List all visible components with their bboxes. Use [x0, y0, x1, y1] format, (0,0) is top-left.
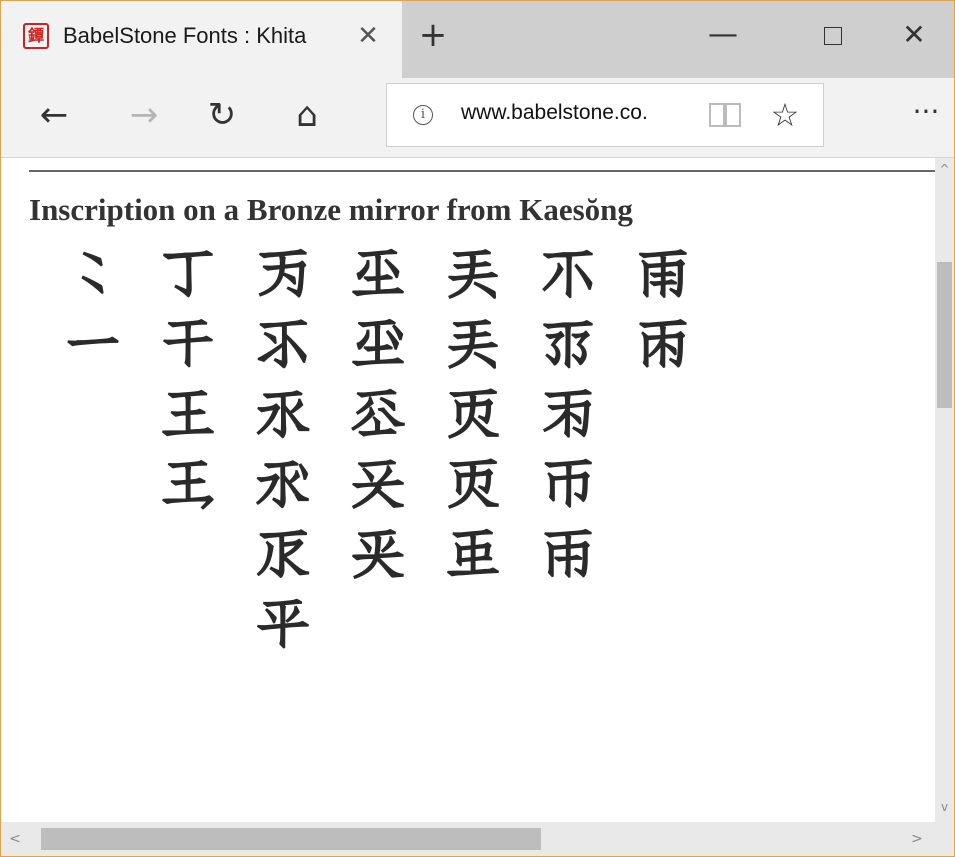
scroll-left-icon[interactable]: <: [5, 828, 25, 850]
khitan-glyph: 𘬔: [514, 239, 622, 302]
khitan-glyph: 𘬃: [134, 309, 242, 372]
khitan-glyph: 𘬑: [419, 239, 527, 302]
tab-title: BabelStone Fonts : Khita: [63, 23, 307, 48]
minimize-button[interactable]: —: [703, 17, 743, 53]
maximize-icon: [824, 27, 842, 45]
khitan-glyph: 𘬊: [229, 519, 337, 582]
khitan-glyph: 𘬗: [514, 449, 622, 512]
inscription-column: 𘬀 𘬁: [39, 239, 147, 382]
khitan-glyph: 𘬍: [324, 309, 432, 372]
inscription-column: 𘬌 𘬍 𘬎 𘬏 𘬐: [324, 239, 432, 592]
vertical-scroll-thumb[interactable]: [937, 262, 952, 408]
khitan-glyph: 𘬕: [514, 309, 622, 372]
tab-close-icon[interactable]: ✕: [353, 21, 383, 51]
maximize-button[interactable]: [813, 17, 853, 53]
khitan-glyph: 𘬚: [609, 309, 717, 372]
scroll-down-icon[interactable]: v: [935, 798, 954, 816]
inscription-column: 𘬆 𘬇 𘬈 𘬉 𘬊 𘬋: [229, 239, 337, 662]
browser-window: 鐔 BabelStone Fonts : Khita ✕ + — ✕ ← → ↻…: [0, 0, 955, 857]
khitan-glyph: 𘬇: [229, 309, 337, 372]
khitan-glyph: 𘬒: [419, 449, 527, 512]
address-bar[interactable]: i www.babelstone.co. ☆: [386, 83, 824, 147]
inscription-column: 𘬑 𘬑 𘬒 𘬒 𘬓: [419, 239, 527, 592]
khitan-glyph: 𘬅: [134, 449, 242, 512]
favorite-star-icon[interactable]: ☆: [765, 95, 805, 135]
khitan-glyph: 𘬏: [324, 449, 432, 512]
khitan-glyph: 𘬈: [229, 379, 337, 442]
khitan-glyph: 𘬖: [514, 379, 622, 442]
inscription-column: 𘬙 𘬚: [609, 239, 717, 382]
khitan-glyph: 𘬉: [229, 449, 337, 512]
khitan-glyph: 𘬓: [419, 519, 527, 582]
khitan-glyph: 𘬙: [609, 239, 717, 302]
vertical-scrollbar[interactable]: ^ v: [935, 158, 954, 822]
khitan-glyph: 𘬘: [514, 519, 622, 582]
scroll-up-icon[interactable]: ^: [935, 160, 954, 178]
khitan-glyph: 𘬄: [134, 379, 242, 442]
page-content: Inscription on a Bronze mirror from Kaes…: [1, 158, 935, 822]
khitan-glyph: 𘬁: [39, 309, 147, 372]
scroll-right-icon[interactable]: >: [907, 828, 927, 850]
khitan-glyph: 𘬑: [419, 309, 527, 372]
close-window-button[interactable]: ✕: [894, 17, 934, 53]
khitan-glyph: 𘬆: [229, 239, 337, 302]
khitan-glyph: 𘬀: [39, 239, 147, 302]
site-info-icon[interactable]: i: [413, 105, 433, 125]
inscription-column: 𘬂 𘬃 𘬄 𘬅: [134, 239, 242, 522]
tab-bar: 鐔 BabelStone Fonts : Khita ✕ + — ✕: [1, 1, 954, 78]
url-text[interactable]: www.babelstone.co.: [461, 101, 693, 131]
inscription-heading: Inscription on a Bronze mirror from Kaes…: [29, 192, 633, 227]
horizontal-scrollbar[interactable]: < >: [1, 822, 954, 856]
new-tab-button[interactable]: +: [415, 17, 451, 53]
khitan-glyph: 𘬎: [324, 379, 432, 442]
forward-button[interactable]: →: [121, 92, 167, 138]
babelstone-favicon-icon: 鐔: [23, 23, 49, 49]
back-button[interactable]: ←: [31, 92, 77, 138]
khitan-glyph: 𘬐: [324, 519, 432, 582]
active-tab[interactable]: 鐔 BabelStone Fonts : Khita ✕: [1, 1, 402, 78]
reading-view-icon[interactable]: [708, 102, 742, 128]
inscription-column: 𘬔 𘬕 𘬖 𘬗 𘬘: [514, 239, 622, 592]
refresh-button[interactable]: ↻: [199, 92, 245, 138]
favicon-glyph: 鐔: [27, 26, 44, 45]
navigation-bar: ← → ↻ ⌂ i www.babelstone.co. ☆ ···: [1, 78, 954, 158]
home-button[interactable]: ⌂: [284, 92, 330, 138]
horizontal-rule: [29, 170, 935, 172]
khitan-glyph: 𘬒: [419, 379, 527, 442]
horizontal-scroll-thumb[interactable]: [41, 828, 541, 850]
khitan-glyph: 𘬂: [134, 239, 242, 302]
khitan-glyph: 𘬋: [229, 589, 337, 652]
more-menu-button[interactable]: ···: [906, 92, 946, 138]
khitan-glyph: 𘬌: [324, 239, 432, 302]
